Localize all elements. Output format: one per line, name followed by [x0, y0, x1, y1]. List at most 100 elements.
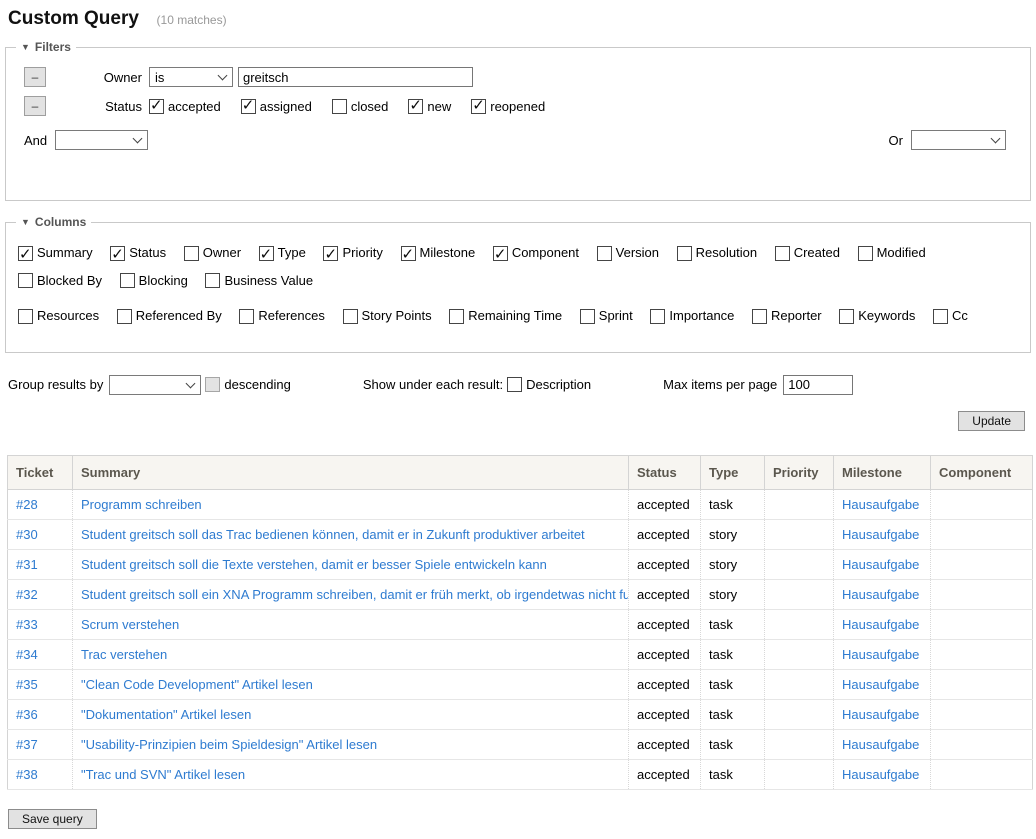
column-option-type[interactable]: Type: [259, 241, 306, 265]
checkbox-icon[interactable]: [117, 309, 132, 324]
checkbox-icon[interactable]: [323, 246, 338, 261]
update-button[interactable]: Update: [958, 411, 1025, 431]
checkbox-icon[interactable]: [507, 377, 522, 392]
checkbox-icon[interactable]: [205, 273, 220, 288]
summary-link[interactable]: Trac verstehen: [81, 647, 167, 662]
checkbox-icon[interactable]: [241, 99, 256, 114]
owner-value-input[interactable]: [238, 67, 473, 87]
checkbox-icon[interactable]: [205, 377, 220, 392]
columns-legend[interactable]: ▼Columns: [16, 215, 91, 229]
column-option-resolution[interactable]: Resolution: [677, 241, 757, 265]
ticket-link[interactable]: #34: [16, 647, 38, 662]
column-option-reporter[interactable]: Reporter: [752, 304, 822, 328]
summary-link[interactable]: Student greitsch soll die Texte verstehe…: [81, 557, 547, 572]
summary-link[interactable]: "Dokumentation" Artikel lesen: [81, 707, 251, 722]
checkbox-icon[interactable]: [839, 309, 854, 324]
checkbox-icon[interactable]: [650, 309, 665, 324]
milestone-link[interactable]: Hausaufgabe: [842, 557, 919, 572]
column-option-created[interactable]: Created: [775, 241, 840, 265]
column-option-referenced-by[interactable]: Referenced By: [117, 304, 222, 328]
milestone-link[interactable]: Hausaufgabe: [842, 617, 919, 632]
checkbox-icon[interactable]: [184, 246, 199, 261]
checkbox-icon[interactable]: [332, 99, 347, 114]
ticket-link[interactable]: #33: [16, 617, 38, 632]
checkbox-icon[interactable]: [597, 246, 612, 261]
column-option-references[interactable]: References: [239, 304, 324, 328]
column-option-milestone[interactable]: Milestone: [401, 241, 476, 265]
status-option-reopened[interactable]: reopened: [471, 99, 545, 114]
checkbox-icon[interactable]: [259, 246, 274, 261]
column-option-summary[interactable]: Summary: [18, 241, 93, 265]
header-component[interactable]: Component: [931, 455, 1033, 489]
checkbox-icon[interactable]: [752, 309, 767, 324]
or-filter-select[interactable]: [911, 130, 1006, 150]
checkbox-icon[interactable]: [580, 309, 595, 324]
column-option-business-value[interactable]: Business Value: [205, 269, 313, 293]
ticket-link[interactable]: #36: [16, 707, 38, 722]
summary-link[interactable]: "Trac und SVN" Artikel lesen: [81, 767, 245, 782]
checkbox-icon[interactable]: [18, 246, 33, 261]
checkbox-icon[interactable]: [239, 309, 254, 324]
checkbox-icon[interactable]: [18, 309, 33, 324]
group-by-select[interactable]: [109, 375, 201, 395]
milestone-link[interactable]: Hausaufgabe: [842, 677, 919, 692]
checkbox-icon[interactable]: [343, 309, 358, 324]
owner-mode-select[interactable]: is: [149, 67, 233, 87]
status-option-new[interactable]: new: [408, 99, 451, 114]
header-ticket[interactable]: Ticket: [8, 455, 73, 489]
checkbox-icon[interactable]: [120, 273, 135, 288]
remove-owner-filter-button[interactable]: –: [24, 67, 46, 87]
header-status[interactable]: Status: [629, 455, 701, 489]
summary-link[interactable]: Scrum verstehen: [81, 617, 179, 632]
and-filter-select[interactable]: [55, 130, 148, 150]
ticket-link[interactable]: #28: [16, 497, 38, 512]
column-option-status[interactable]: Status: [110, 241, 166, 265]
checkbox-icon[interactable]: [775, 246, 790, 261]
checkbox-icon[interactable]: [858, 246, 873, 261]
column-option-importance[interactable]: Importance: [650, 304, 734, 328]
status-option-accepted[interactable]: accepted: [149, 99, 221, 114]
column-option-blocked-by[interactable]: Blocked By: [18, 269, 102, 293]
checkbox-icon[interactable]: [18, 273, 33, 288]
checkbox-icon[interactable]: [933, 309, 948, 324]
checkbox-icon[interactable]: [401, 246, 416, 261]
summary-link[interactable]: Programm schreiben: [81, 497, 202, 512]
summary-link[interactable]: Student greitsch soll ein XNA Programm s…: [81, 587, 629, 602]
remove-status-filter-button[interactable]: –: [24, 96, 46, 116]
ticket-link[interactable]: #30: [16, 527, 38, 542]
status-option-assigned[interactable]: assigned: [241, 99, 312, 114]
column-option-cc[interactable]: Cc: [933, 304, 968, 328]
status-option-closed[interactable]: closed: [332, 99, 389, 114]
ticket-link[interactable]: #37: [16, 737, 38, 752]
checkbox-icon[interactable]: [449, 309, 464, 324]
header-priority[interactable]: Priority: [765, 455, 834, 489]
save-query-button[interactable]: Save query: [8, 809, 97, 829]
column-option-blocking[interactable]: Blocking: [120, 269, 188, 293]
column-option-priority[interactable]: Priority: [323, 241, 382, 265]
column-option-component[interactable]: Component: [493, 241, 579, 265]
milestone-link[interactable]: Hausaufgabe: [842, 737, 919, 752]
column-option-owner[interactable]: Owner: [184, 241, 241, 265]
header-summary[interactable]: Summary: [73, 455, 629, 489]
column-option-version[interactable]: Version: [597, 241, 659, 265]
checkbox-icon[interactable]: [493, 246, 508, 261]
checkbox-icon[interactable]: [677, 246, 692, 261]
summary-link[interactable]: "Clean Code Development" Artikel lesen: [81, 677, 313, 692]
column-option-story-points[interactable]: Story Points: [343, 304, 432, 328]
milestone-link[interactable]: Hausaufgabe: [842, 587, 919, 602]
column-option-resources[interactable]: Resources: [18, 304, 99, 328]
milestone-link[interactable]: Hausaufgabe: [842, 647, 919, 662]
description-checkbox[interactable]: Description: [507, 377, 591, 392]
header-type[interactable]: Type: [701, 455, 765, 489]
milestone-link[interactable]: Hausaufgabe: [842, 767, 919, 782]
header-milestone[interactable]: Milestone: [834, 455, 931, 489]
milestone-link[interactable]: Hausaufgabe: [842, 497, 919, 512]
milestone-link[interactable]: Hausaufgabe: [842, 707, 919, 722]
summary-link[interactable]: "Usability-Prinzipien beim Spieldesign" …: [81, 737, 377, 752]
column-option-sprint[interactable]: Sprint: [580, 304, 633, 328]
max-items-input[interactable]: [783, 375, 853, 395]
ticket-link[interactable]: #35: [16, 677, 38, 692]
ticket-link[interactable]: #32: [16, 587, 38, 602]
checkbox-icon[interactable]: [408, 99, 423, 114]
ticket-link[interactable]: #38: [16, 767, 38, 782]
